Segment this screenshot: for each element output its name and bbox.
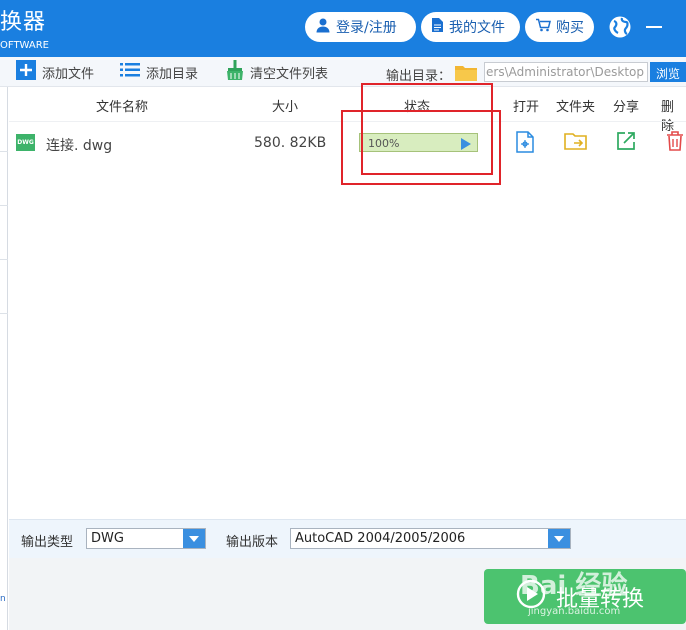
globe-icon[interactable] (607, 14, 633, 40)
add-directory-button[interactable]: 添加目录 (120, 62, 198, 82)
add-directory-label: 添加目录 (146, 66, 199, 82)
app-title: 换器 (0, 10, 47, 35)
app-subtitle: OFTWARE (0, 40, 50, 51)
chevron-down-icon (183, 529, 205, 548)
output-version-select[interactable]: AutoCAD 2004/2005/2006 (290, 528, 571, 549)
my-files-label: 我的文件 (449, 20, 505, 36)
login-label: 登录/注册 (336, 20, 397, 36)
watermark-url: jingyan.baidu.com (528, 606, 621, 617)
file-size: 580. 82KB (254, 135, 327, 151)
plus-icon (16, 60, 36, 84)
output-type-select[interactable]: DWG (86, 528, 206, 549)
strip-divider (0, 151, 8, 152)
side-link[interactable]: n (0, 594, 6, 604)
header-share: 分享 (613, 100, 640, 115)
add-file-label: 添加文件 (42, 66, 95, 82)
file-name: 连接. dwg (46, 138, 113, 154)
chevron-down-icon (548, 529, 570, 548)
open-file-icon[interactable] (515, 131, 537, 153)
user-icon (315, 17, 331, 37)
output-type-label: 输出类型 (21, 535, 74, 550)
strip-divider (0, 205, 8, 206)
broom-icon (226, 60, 244, 84)
dwg-file-icon: DWG (16, 134, 35, 151)
output-dir-label: 输出目录： (386, 69, 452, 84)
header-delete: 删除 (661, 100, 675, 134)
header-size: 大小 (272, 100, 299, 115)
buy-button[interactable]: 购买 (525, 12, 594, 42)
title-bar: 换器 OFTWARE 登录/注册 我的文件 购买 (0, 0, 686, 57)
add-file-button[interactable]: 添加文件 (16, 60, 95, 84)
folder-open-icon[interactable] (564, 131, 587, 153)
output-version-label: 输出版本 (226, 535, 279, 550)
header-open: 打开 (513, 100, 540, 115)
left-sidebar-strip (0, 87, 8, 630)
output-type-value: DWG (91, 531, 124, 546)
output-dir-value: ers\Administrator\Desktop (486, 65, 644, 79)
my-files-button[interactable]: 我的文件 (421, 12, 520, 42)
watermark-text: Bai 经验 (520, 571, 628, 601)
list-icon (120, 62, 140, 82)
highlight-box-progress (341, 110, 501, 185)
trash-icon[interactable] (666, 131, 686, 153)
buy-label: 购买 (556, 20, 584, 36)
cart-icon (535, 18, 551, 36)
document-icon (431, 17, 444, 37)
share-icon[interactable] (616, 131, 638, 153)
strip-divider (0, 313, 8, 314)
minimize-icon[interactable] (646, 20, 662, 34)
browse-button[interactable]: 浏览 (650, 62, 686, 82)
login-button[interactable]: 登录/注册 (305, 12, 416, 42)
header-folder: 文件夹 (556, 100, 596, 115)
output-version-value: AutoCAD 2004/2005/2006 (295, 531, 466, 546)
clear-list-button[interactable]: 清空文件列表 (226, 60, 329, 84)
strip-divider (0, 259, 8, 260)
output-dir-input[interactable]: ers\Administrator\Desktop (484, 62, 648, 82)
clear-list-label: 清空文件列表 (250, 66, 329, 82)
header-file-name: 文件名称 (96, 100, 149, 115)
